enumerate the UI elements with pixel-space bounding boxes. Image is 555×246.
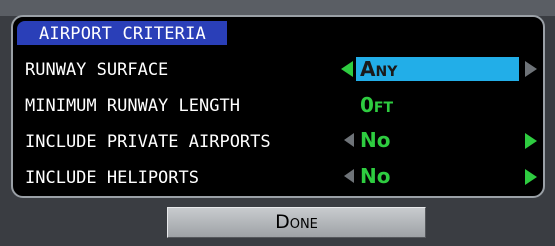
airport-criteria-panel: AIRPORT CRITERIA RUNWAY SURFACE Any MINI… (11, 15, 545, 198)
minimum-runway-length-label: MINIMUM RUNWAY LENGTH (25, 96, 240, 116)
panel-title: AIRPORT CRITERIA (39, 24, 206, 44)
top-strip (0, 0, 555, 16)
include-heliports-right-arrow-icon[interactable] (525, 169, 537, 185)
include-private-airports-left-arrow-icon[interactable] (344, 133, 354, 147)
include-heliports-label: INCLUDE HELIPORTS (25, 168, 199, 188)
include-heliports-left-arrow-icon[interactable] (344, 169, 354, 183)
include-private-airports-row[interactable]: INCLUDE PRIVATE AIRPORTS No (13, 123, 543, 161)
runway-surface-row[interactable]: RUNWAY SURFACE Any (13, 51, 543, 89)
window-frame: AIRPORT CRITERIA RUNWAY SURFACE Any MINI… (0, 0, 555, 246)
runway-surface-left-arrow-icon[interactable] (341, 61, 353, 77)
runway-surface-value: Any (360, 57, 398, 81)
runway-surface-selection[interactable]: Any (356, 57, 519, 81)
include-private-airports-value[interactable]: No (360, 128, 390, 152)
include-heliports-row[interactable]: INCLUDE HELIPORTS No (13, 159, 543, 196)
include-heliports-value[interactable]: No (360, 164, 390, 188)
include-private-airports-right-arrow-icon[interactable] (525, 133, 537, 149)
include-private-airports-label: INCLUDE PRIVATE AIRPORTS (25, 132, 271, 152)
minimum-runway-length-row[interactable]: MINIMUM RUNWAY LENGTH 0ft (13, 87, 543, 125)
runway-surface-right-arrow-icon[interactable] (525, 61, 537, 77)
minimum-runway-length-value[interactable]: 0ft (360, 93, 393, 117)
panel-header: AIRPORT CRITERIA (17, 21, 227, 45)
done-button[interactable]: Done (167, 207, 426, 238)
runway-surface-label: RUNWAY SURFACE (25, 60, 169, 80)
